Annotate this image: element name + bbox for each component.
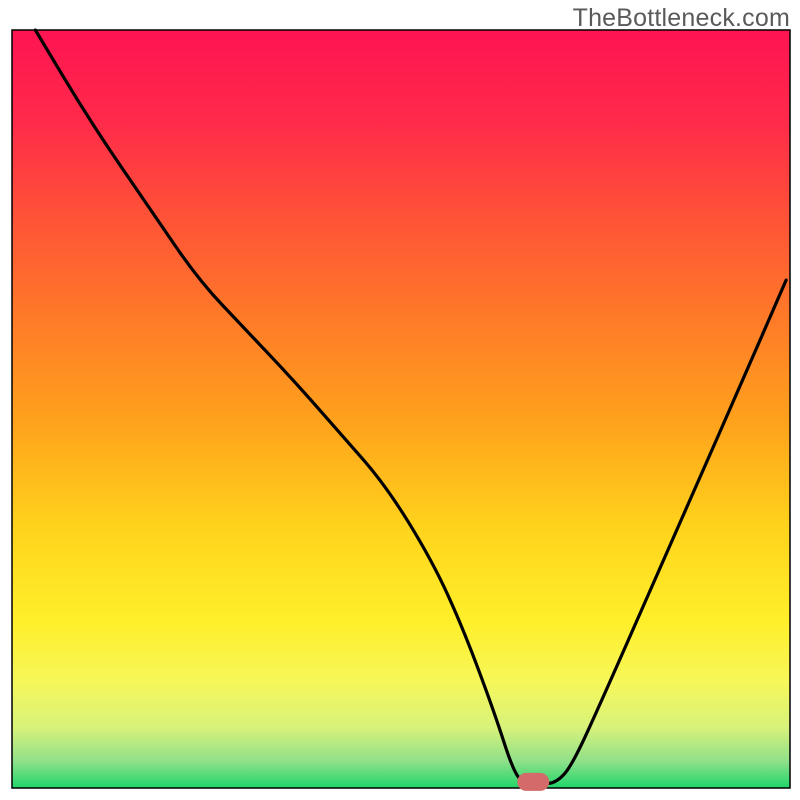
plot-background: [12, 30, 790, 788]
optimal-point-marker: [517, 773, 549, 791]
watermark-text: TheBottleneck.com: [573, 4, 790, 33]
bottleneck-chart: [0, 0, 800, 800]
chart-container: TheBottleneck.com: [0, 0, 800, 800]
